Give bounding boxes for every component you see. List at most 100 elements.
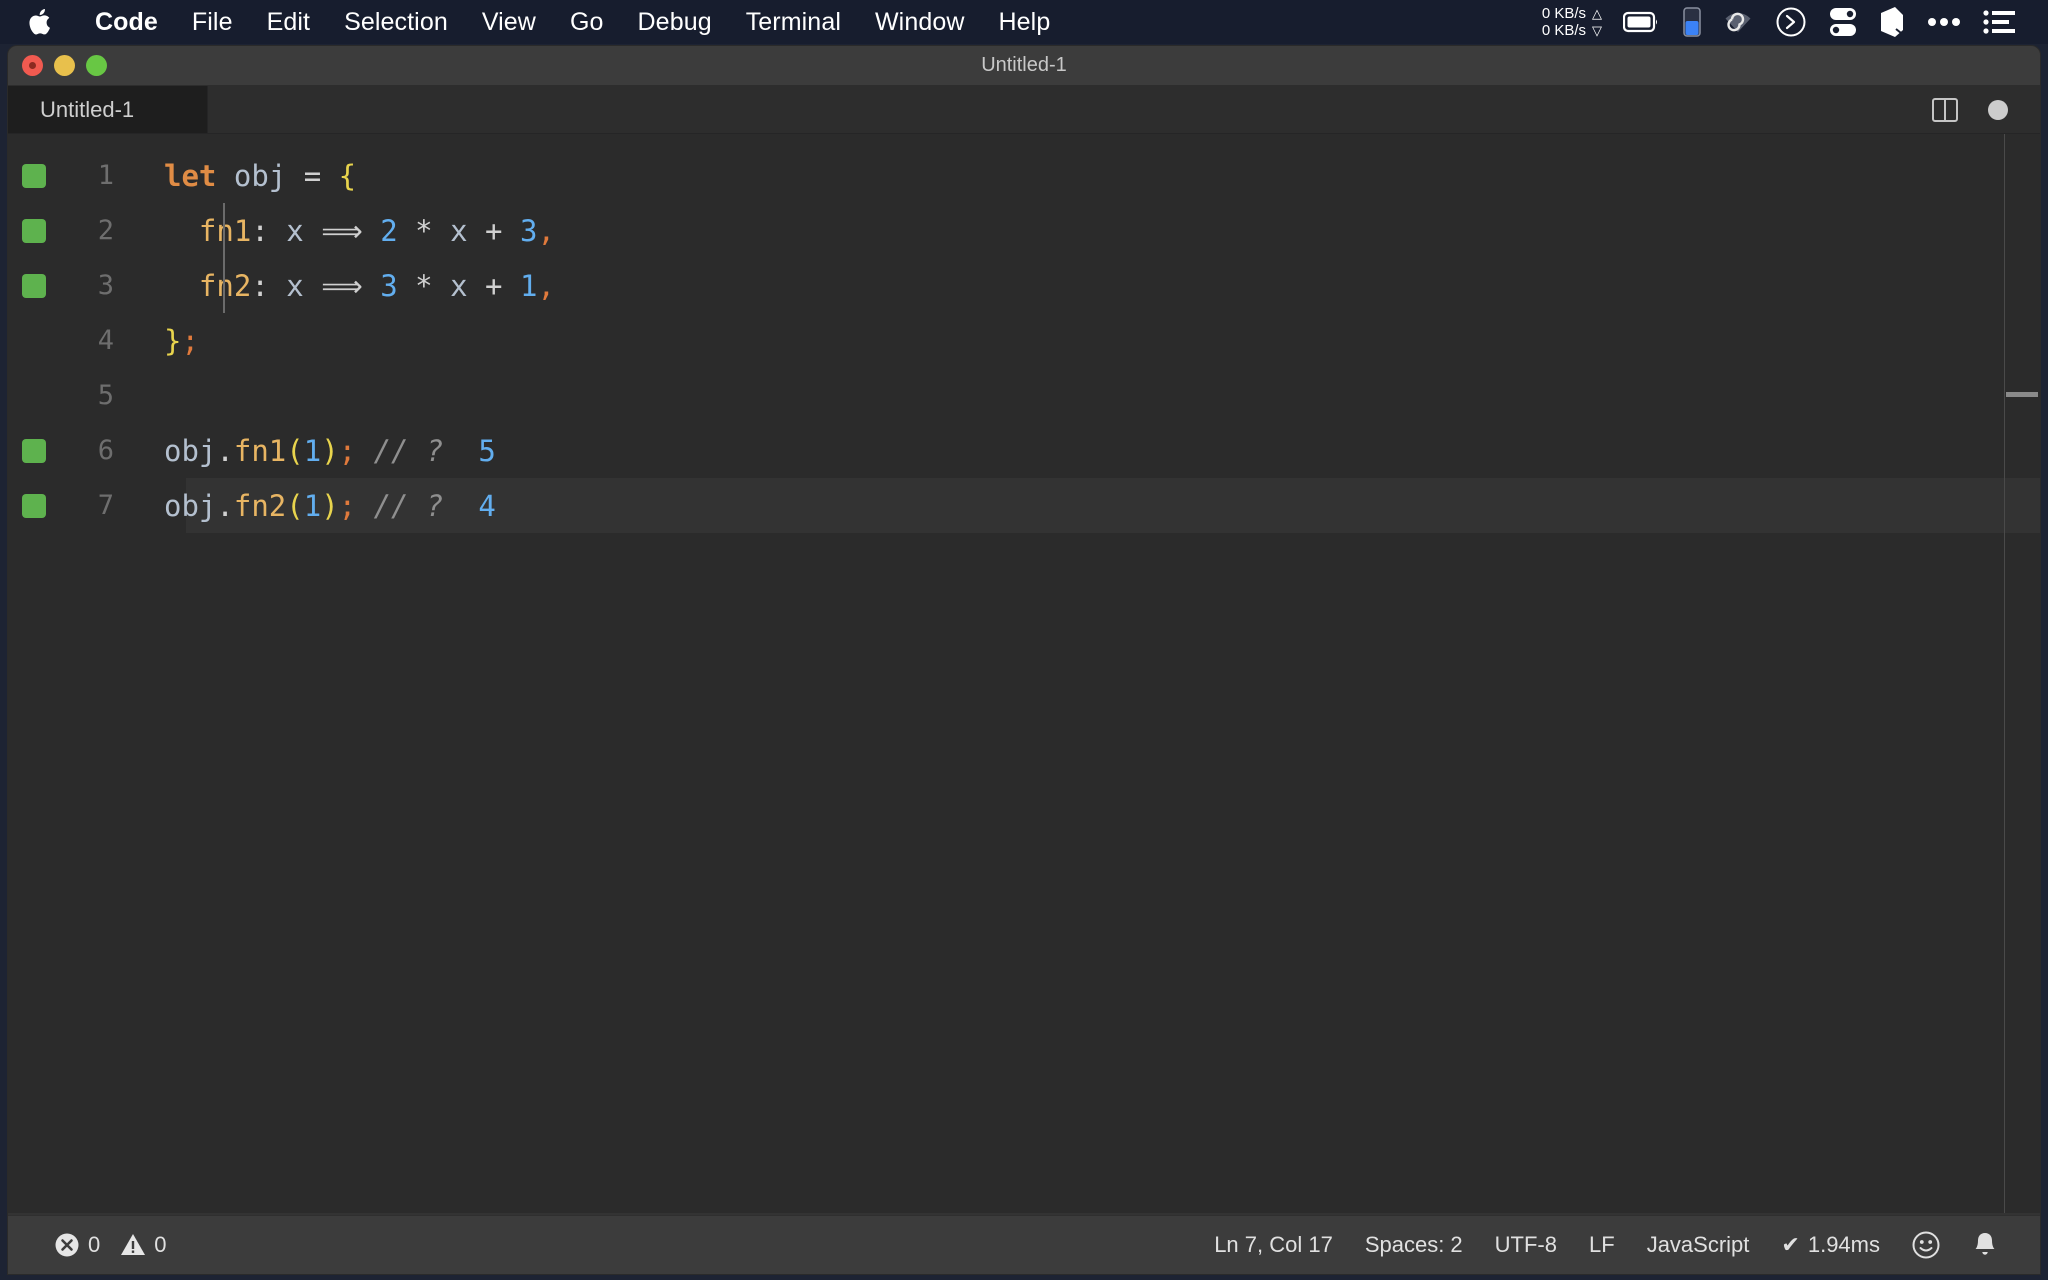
menu-item-selection[interactable]: Selection <box>327 0 465 44</box>
battery-icon[interactable] <box>1612 0 1672 44</box>
code-token: fn2 <box>199 269 251 303</box>
network-speed-indicator[interactable]: 0 KB/s 0 KB/s △ ▽ <box>1532 5 1612 39</box>
code-token: fn1 <box>234 434 286 468</box>
maximize-button[interactable] <box>86 55 107 76</box>
code-token: * <box>415 269 432 303</box>
tab-untitled-1[interactable]: Untitled-1 <box>8 86 208 133</box>
code-line[interactable]: 2 fn1: x ⟹ 2 * x + 3, <box>8 203 2040 258</box>
code-editor[interactable]: 1let obj = {2 fn1: x ⟹ 2 * x + 3,3 fn2: … <box>8 134 2040 1213</box>
upload-rate: 0 KB/s <box>1542 5 1586 22</box>
language-mode[interactable]: JavaScript <box>1631 1232 1766 1258</box>
cube-icon[interactable] <box>1868 0 1916 44</box>
code-line[interactable]: 7obj.fn2(1); // ? 4 <box>8 478 2040 533</box>
gutter-run-marker[interactable] <box>22 274 46 298</box>
code-lines-container: 1let obj = {2 fn1: x ⟹ 2 * x + 3,3 fn2: … <box>8 134 2040 533</box>
download-arrow-icon: ▽ <box>1592 23 1602 39</box>
code-line[interactable]: 6obj.fn1(1); // ? 5 <box>8 423 2040 478</box>
code-line[interactable]: 1let obj = { <box>8 148 2040 203</box>
feedback-smiley-icon[interactable] <box>1896 1231 1956 1259</box>
warning-count: 0 <box>154 1232 166 1258</box>
code-token: + <box>485 214 502 248</box>
code-token: ) <box>321 489 338 523</box>
code-token <box>398 214 415 248</box>
control-center-toggles-icon[interactable] <box>1818 0 1868 44</box>
close-button[interactable] <box>22 55 43 76</box>
code-token <box>304 269 321 303</box>
error-count: 0 <box>88 1232 100 1258</box>
code-token: ⟹ <box>321 269 363 303</box>
code-token <box>443 434 478 468</box>
code-token <box>433 214 450 248</box>
menu-item-help[interactable]: Help <box>982 0 1068 44</box>
code-token: 5 <box>478 434 495 468</box>
code-token: . <box>216 434 233 468</box>
menu-item-view[interactable]: View <box>465 0 553 44</box>
code-token <box>468 214 485 248</box>
code-token <box>321 159 338 193</box>
code-token: ⟹ <box>321 214 363 248</box>
code-token: fn1 <box>199 214 251 248</box>
runtime-status[interactable]: ✔ 1.94ms <box>1765 1232 1896 1258</box>
menu-bar-items: Code File Edit Selection View Go Debug T… <box>0 0 1067 44</box>
code-token <box>503 269 520 303</box>
code-token: ; <box>181 324 198 358</box>
status-bar-right: Ln 7, Col 17 Spaces: 2 UTF-8 LF JavaScri… <box>1198 1231 2040 1259</box>
window-titlebar: Untitled-1 <box>8 46 2040 86</box>
list-menu-icon[interactable] <box>1972 0 2026 44</box>
window-title: Untitled-1 <box>8 54 2040 77</box>
code-token <box>269 269 286 303</box>
notifications-bell-icon[interactable] <box>1956 1231 2014 1259</box>
code-line[interactable]: 5 <box>8 368 2040 423</box>
gutter-run-marker[interactable] <box>22 219 46 243</box>
gutter-run-marker[interactable] <box>22 164 46 188</box>
minimize-button[interactable] <box>54 55 75 76</box>
menu-item-go[interactable]: Go <box>553 0 621 44</box>
code-line[interactable]: 3 fn2: x ⟹ 3 * x + 1, <box>8 258 2040 313</box>
vscode-window: Untitled-1 Untitled-1 1let obj = {2 fn1:… <box>8 46 2040 1274</box>
code-line[interactable]: 4}; <box>8 313 2040 368</box>
code-token <box>164 214 199 248</box>
menu-item-edit[interactable]: Edit <box>250 0 327 44</box>
code-token <box>356 434 373 468</box>
code-token: + <box>485 269 502 303</box>
split-editor-icon[interactable] <box>1932 98 1958 122</box>
ellipsis-icon[interactable] <box>1916 0 1972 44</box>
warning-triangle-icon <box>120 1232 146 1258</box>
wifi-off-icon[interactable] <box>1712 0 1764 44</box>
indent-guide <box>223 203 225 313</box>
code-token: fn2 <box>234 489 286 523</box>
eol-setting[interactable]: LF <box>1573 1232 1631 1258</box>
gutter-run-marker[interactable] <box>22 439 46 463</box>
gutter-run-marker[interactable] <box>22 494 46 518</box>
code-token: 1 <box>304 489 321 523</box>
menu-item-terminal[interactable]: Terminal <box>729 0 858 44</box>
encoding-setting[interactable]: UTF-8 <box>1479 1232 1573 1258</box>
problems-indicator[interactable]: 0 0 <box>38 1232 183 1258</box>
code-token: { <box>339 159 356 193</box>
code-token <box>363 269 380 303</box>
menu-item-debug[interactable]: Debug <box>621 0 729 44</box>
menu-item-file[interactable]: File <box>175 0 250 44</box>
runtime-duration: 1.94ms <box>1808 1232 1880 1258</box>
menu-item-window[interactable]: Window <box>858 0 982 44</box>
code-token <box>269 214 286 248</box>
indentation-setting[interactable]: Spaces: 2 <box>1349 1232 1479 1258</box>
code-token: x <box>286 269 303 303</box>
code-token: ; <box>339 434 356 468</box>
cursor-position[interactable]: Ln 7, Col 17 <box>1198 1232 1349 1258</box>
editor-tab-bar: Untitled-1 <box>8 86 2040 134</box>
tab-label: Untitled-1 <box>40 97 134 123</box>
code-token <box>164 269 199 303</box>
scrollbar-mark <box>2006 392 2038 397</box>
blue-level-bar-icon[interactable] <box>1672 0 1712 44</box>
unsaved-dot-icon[interactable] <box>1988 100 2008 120</box>
apple-logo-icon[interactable] <box>28 8 52 36</box>
editor-actions <box>1932 86 2040 133</box>
status-bar: 0 0 Ln 7, Col 17 Spaces: 2 UTF-8 LF Java… <box>8 1215 2040 1274</box>
code-token: ( <box>286 489 303 523</box>
menu-item-code[interactable]: Code <box>78 0 175 44</box>
menu-bar-status-items: 0 KB/s 0 KB/s △ ▽ <box>1532 0 2048 44</box>
terminal-prompt-circle-icon[interactable] <box>1764 0 1818 44</box>
code-line-content: }; <box>136 324 2040 358</box>
overview-ruler[interactable] <box>2004 134 2040 1213</box>
